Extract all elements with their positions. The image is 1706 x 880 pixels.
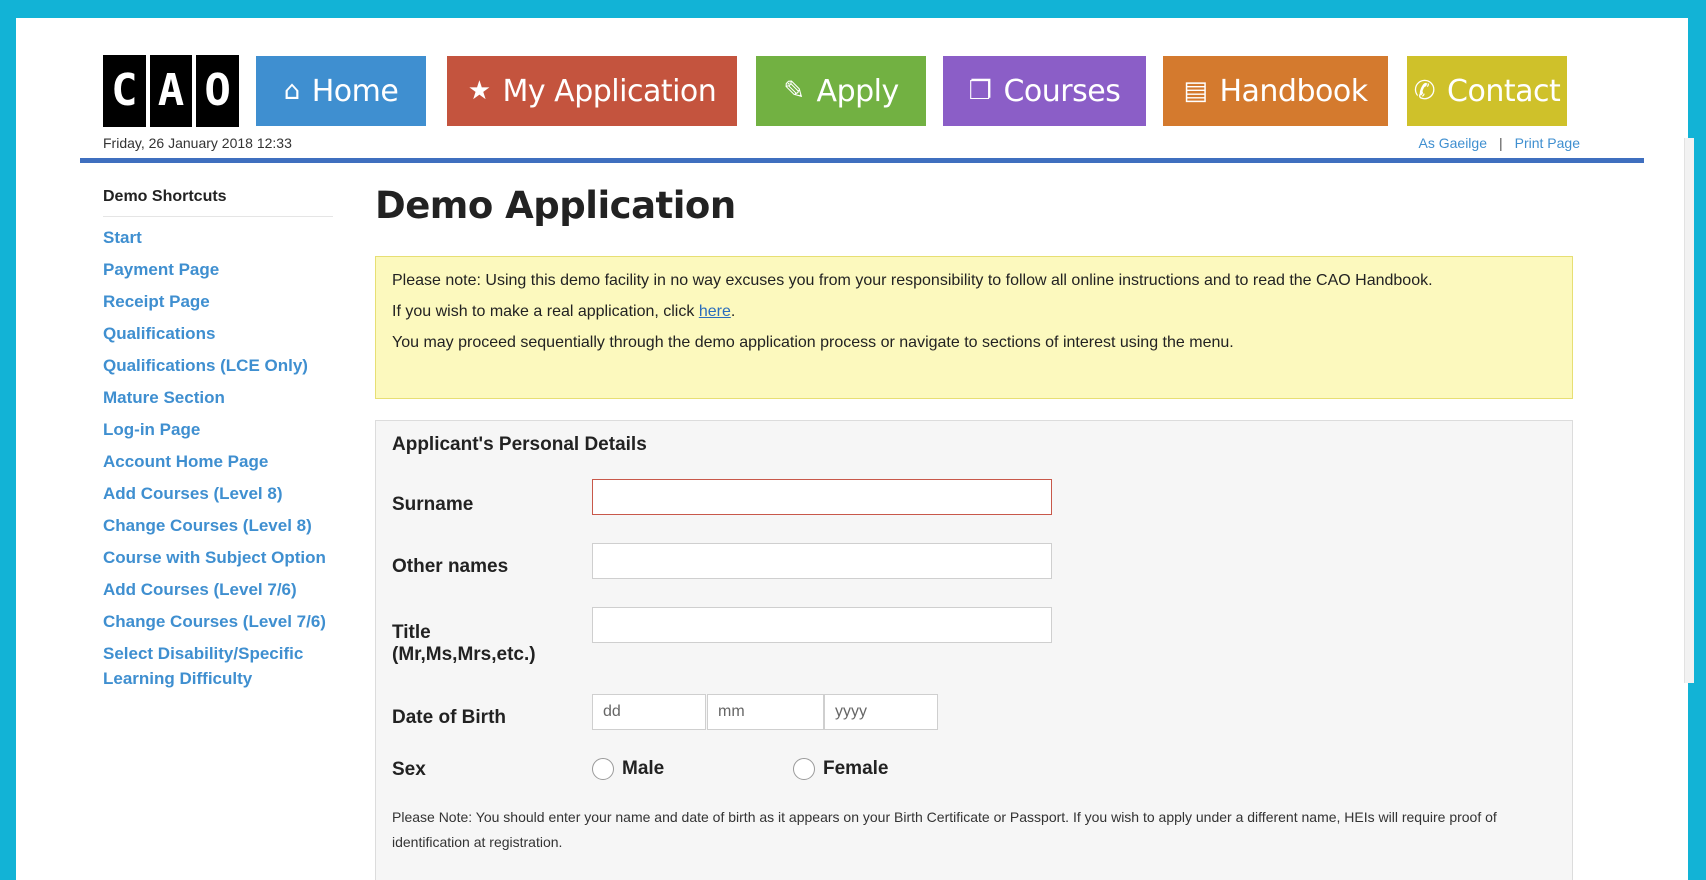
logo-letter-a: A bbox=[157, 65, 185, 116]
sidebar-item-course-subject-option[interactable]: Course with Subject Option bbox=[103, 545, 333, 570]
page-title: Demo Application bbox=[375, 184, 736, 227]
nav-home[interactable]: ⌂ Home bbox=[256, 56, 426, 126]
nav-handbook[interactable]: ▤ Handbook bbox=[1163, 56, 1388, 126]
radio-circle[interactable] bbox=[592, 758, 614, 780]
print-page-link[interactable]: Print Page bbox=[1515, 135, 1580, 151]
identification-note: Please Note: You should enter your name … bbox=[392, 809, 1497, 850]
home-icon: ⌂ bbox=[283, 76, 301, 106]
current-date: Friday, 26 January 2018 12:33 bbox=[103, 135, 292, 151]
sidebar-item-qualifications[interactable]: Qualifications bbox=[103, 321, 333, 346]
sidebar-title: Demo Shortcuts bbox=[103, 188, 333, 217]
sidebar-item-start[interactable]: Start bbox=[103, 225, 333, 250]
notice-text-3: You may proceed sequentially through the… bbox=[392, 334, 1234, 351]
demo-notice: Please note: Using this demo facility in… bbox=[375, 256, 1573, 399]
star-icon: ★ bbox=[467, 76, 491, 106]
sidebar-item-account-home[interactable]: Account Home Page bbox=[103, 449, 333, 474]
notice-text-2: If you wish to make a real application, … bbox=[392, 303, 736, 320]
sex-female-radio[interactable]: Female bbox=[793, 758, 888, 780]
dob-year-input[interactable] bbox=[824, 694, 938, 730]
dob-month-input[interactable] bbox=[707, 694, 824, 730]
scrollbar[interactable] bbox=[1684, 138, 1694, 683]
sidebar-item-add-courses-level8[interactable]: Add Courses (Level 8) bbox=[103, 481, 333, 506]
sidebar-item-login-page[interactable]: Log-in Page bbox=[103, 417, 333, 442]
nav-courses[interactable]: ❐ Courses bbox=[943, 56, 1146, 126]
sidebar-item-mature-section[interactable]: Mature Section bbox=[103, 385, 333, 410]
nav-my-application-label: My Application bbox=[502, 73, 717, 109]
nav-handbook-label: Handbook bbox=[1219, 73, 1368, 109]
sidebar-item-change-courses-level76[interactable]: Change Courses (Level 7/6) bbox=[103, 609, 333, 634]
sidebar-item-add-courses-level76[interactable]: Add Courses (Level 7/6) bbox=[103, 577, 333, 602]
demo-shortcuts-sidebar: Demo Shortcuts Start Payment Page Receip… bbox=[103, 188, 333, 698]
surname-label: Surname bbox=[392, 494, 474, 515]
notice-text-1: Please note: Using this demo facility in… bbox=[392, 272, 1433, 289]
edit-icon: ✎ bbox=[783, 76, 805, 106]
sidebar-item-payment-page[interactable]: Payment Page bbox=[103, 257, 333, 282]
nav-my-application[interactable]: ★ My Application bbox=[447, 56, 737, 126]
sex-label: Sex bbox=[392, 759, 426, 780]
sex-male-label: Male bbox=[622, 758, 665, 779]
nav-apply[interactable]: ✎ Apply bbox=[756, 56, 926, 126]
title-label: Title (Mr,Ms,Mrs,etc.) bbox=[392, 622, 536, 665]
link-separator: | bbox=[1498, 135, 1503, 151]
book-icon: ▤ bbox=[1183, 76, 1208, 106]
top-links: As Gaeilge | Print Page bbox=[1419, 135, 1581, 151]
sidebar-item-select-disability[interactable]: Select Disability/Specific Learning Diff… bbox=[103, 641, 333, 691]
dob-label: Date of Birth bbox=[392, 707, 506, 728]
other-names-input[interactable] bbox=[592, 543, 1052, 579]
nav-apply-label: Apply bbox=[816, 73, 900, 109]
nav-contact-label: Contact bbox=[1447, 73, 1561, 109]
dob-day-input[interactable] bbox=[592, 694, 706, 730]
cao-logo[interactable]: C A O bbox=[103, 55, 240, 127]
nav-courses-label: Courses bbox=[1003, 73, 1121, 109]
nav-contact[interactable]: ✆ Contact bbox=[1407, 56, 1567, 126]
real-application-link[interactable]: here bbox=[699, 303, 731, 320]
sidebar-item-change-courses-level8[interactable]: Change Courses (Level 8) bbox=[103, 513, 333, 538]
other-names-label: Other names bbox=[392, 556, 509, 577]
as-gaeilge-link[interactable]: As Gaeilge bbox=[1419, 135, 1487, 151]
title-input[interactable] bbox=[592, 607, 1052, 643]
surname-input[interactable] bbox=[592, 479, 1052, 515]
sex-female-label: Female bbox=[823, 758, 889, 779]
phone-icon: ✆ bbox=[1413, 76, 1436, 106]
radio-circle[interactable] bbox=[793, 758, 815, 780]
sidebar-item-receipt-page[interactable]: Receipt Page bbox=[103, 289, 333, 314]
logo-letter-o: O bbox=[204, 65, 231, 116]
nav-home-label: Home bbox=[311, 73, 399, 109]
courses-icon: ❐ bbox=[968, 76, 992, 106]
sex-male-radio[interactable]: Male bbox=[592, 758, 664, 780]
sidebar-item-qualifications-lce[interactable]: Qualifications (LCE Only) bbox=[103, 353, 333, 378]
logo-letter-c: C bbox=[111, 65, 138, 116]
form-section-title: Applicant's Personal Details bbox=[392, 434, 647, 455]
header-divider bbox=[80, 158, 1644, 163]
